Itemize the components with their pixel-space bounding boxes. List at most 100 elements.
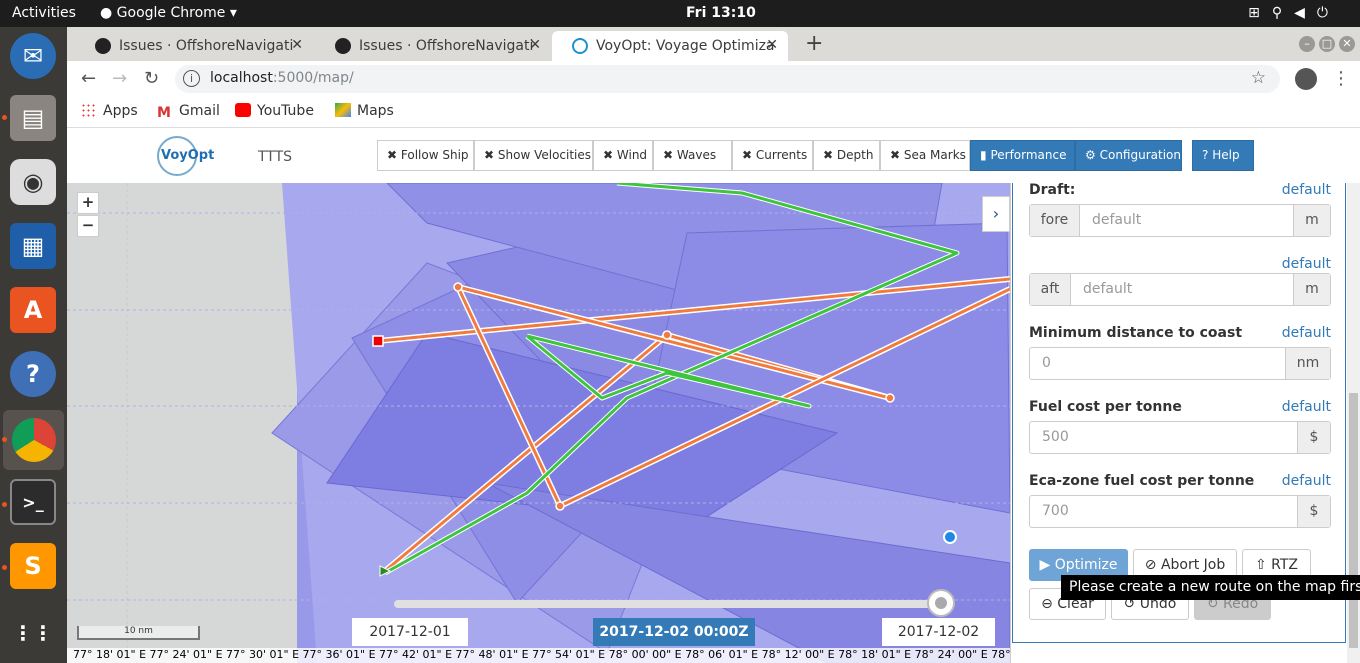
- rhythmbox-icon[interactable]: ◉: [10, 159, 56, 205]
- reload-icon[interactable]: ↻: [144, 68, 159, 89]
- min-distance-field[interactable]: 0 nm: [1029, 347, 1331, 380]
- omnibox[interactable]: i localhost:5000/map/ ☆: [175, 65, 1280, 93]
- min-distance-placeholder: 0: [1042, 355, 1051, 371]
- minimize-icon[interactable]: –: [1299, 36, 1315, 52]
- bookmark-star-icon[interactable]: ☆: [1251, 68, 1266, 88]
- help-icon[interactable]: ?: [10, 351, 56, 397]
- time-slider-handle[interactable]: [927, 589, 955, 617]
- draft-aft-default-link[interactable]: default: [1282, 256, 1331, 272]
- close-tab-icon[interactable]: ✕: [529, 37, 541, 53]
- upload-icon: ⇧: [1254, 557, 1272, 573]
- bookmark-apps[interactable]: Apps: [81, 103, 138, 119]
- tab-issues-1[interactable]: Issues · OffshoreNavigati ✕: [75, 31, 313, 61]
- draft-fore-field[interactable]: fore default m: [1029, 204, 1331, 237]
- voyopt-page: VoyOpt TTTS ✖ Follow Ship ✖ Show Velocit…: [67, 128, 1360, 663]
- show-velocities-button[interactable]: ✖ Show Velocities: [474, 140, 593, 171]
- clock[interactable]: Fri 13:10: [686, 5, 756, 21]
- info-icon[interactable]: i: [183, 70, 200, 87]
- avatar[interactable]: [1295, 68, 1317, 90]
- draft-aft-field[interactable]: aft default m: [1029, 273, 1331, 306]
- wind-button[interactable]: ✖ Wind: [593, 140, 653, 171]
- time-start-label: 2017-12-01: [352, 618, 468, 646]
- map-canvas[interactable]: + − › 2017-12-01 2017-12-02 00:00Z 2017-…: [67, 183, 1010, 663]
- chrome-dock-icon[interactable]: [3, 410, 64, 470]
- eca-cost-unit: $: [1297, 496, 1330, 527]
- tab-strip: Issues · OffshoreNavigati ✕ Issues · Offs…: [67, 27, 1360, 61]
- show-apps-icon[interactable]: ⋮⋮: [10, 610, 56, 656]
- performance-button[interactable]: ▮ Performance: [970, 140, 1075, 171]
- x-icon: ✖: [484, 148, 495, 162]
- currents-button[interactable]: ✖ Currents: [732, 140, 813, 171]
- close-tab-icon[interactable]: ✕: [291, 37, 303, 53]
- brand-name: VoyOpt: [161, 148, 215, 163]
- min-distance-default-link[interactable]: default: [1282, 325, 1331, 341]
- ship-position-marker[interactable]: [943, 530, 957, 544]
- button-label: Currents: [755, 148, 808, 162]
- route-start-marker[interactable]: [372, 335, 384, 347]
- help-button[interactable]: ? Help: [1192, 140, 1254, 171]
- button-label: RTZ: [1271, 557, 1299, 573]
- draft-fore-default-link[interactable]: default: [1282, 182, 1331, 198]
- close-tab-icon[interactable]: ✕: [766, 37, 778, 53]
- tab-title: Issues · OffshoreNavigati: [359, 38, 534, 54]
- aft-addon: aft: [1030, 274, 1071, 305]
- app-menu[interactable]: ● Google Chrome ▾: [100, 5, 237, 21]
- tab-voyopt[interactable]: VoyOpt: Voyage Optimiza ✕: [552, 31, 788, 61]
- tab-title: Issues · OffshoreNavigati: [119, 38, 294, 54]
- eca-cost-field[interactable]: 700 $: [1029, 495, 1331, 528]
- fuel-cost-field[interactable]: 500 $: [1029, 421, 1331, 454]
- waves-button[interactable]: ✖ Waves: [653, 140, 732, 171]
- menu-icon[interactable]: ⋮: [1332, 68, 1350, 89]
- fuel-cost-default-link[interactable]: default: [1282, 399, 1331, 415]
- bookmark-youtube[interactable]: YouTube: [235, 103, 314, 119]
- apps-grid-icon: [81, 103, 97, 117]
- time-slider-track[interactable]: [394, 600, 940, 608]
- power-icon: ⏻: [1316, 5, 1340, 21]
- files-icon[interactable]: ▤: [10, 95, 56, 141]
- app-navbar: VoyOpt TTTS ✖ Follow Ship ✖ Show Velocit…: [67, 128, 1360, 183]
- writer-icon[interactable]: ▦: [10, 223, 56, 269]
- x-icon: ✖: [387, 148, 398, 162]
- running-indicator: [2, 565, 7, 570]
- activities-button[interactable]: Activities: [12, 5, 76, 21]
- sublime-icon[interactable]: S: [10, 543, 56, 589]
- waypoint[interactable]: [662, 330, 672, 340]
- bookmark-maps[interactable]: Maps: [335, 103, 394, 119]
- waypoint[interactable]: [885, 393, 895, 403]
- button-label: Configuration: [1099, 148, 1181, 162]
- back-icon[interactable]: ←: [81, 68, 96, 89]
- bookmark-gmail[interactable]: M Gmail: [157, 103, 220, 121]
- zoom-in-button[interactable]: +: [77, 192, 99, 214]
- eca-cost-default-link[interactable]: default: [1282, 473, 1331, 489]
- waypoint[interactable]: [555, 501, 565, 511]
- bookmarks-bar: Apps M Gmail YouTube Maps: [67, 97, 1360, 128]
- depth-button[interactable]: ✖ Depth: [813, 140, 880, 171]
- fore-placeholder: default: [1092, 212, 1142, 228]
- optimize-tooltip: Please create a new route on the map fir…: [1061, 575, 1360, 600]
- youtube-icon: [235, 103, 251, 117]
- volume-icon: ◀: [1294, 5, 1317, 21]
- forward-icon[interactable]: →: [112, 68, 127, 89]
- collapse-panel-button[interactable]: ›: [982, 196, 1010, 232]
- coordinate-ticks: 77° 18' 01" E 77° 24' 01" E 77° 30' 01" …: [67, 648, 1010, 663]
- zoom-out-button[interactable]: −: [77, 215, 99, 237]
- maximize-icon[interactable]: □: [1319, 36, 1335, 52]
- close-window-icon[interactable]: ✕: [1339, 36, 1355, 52]
- terminal-icon[interactable]: >_: [10, 479, 56, 525]
- tab-issues-2[interactable]: Issues · OffshoreNavigati ✕: [315, 31, 551, 61]
- question-icon: ?: [1202, 148, 1209, 162]
- running-indicator: [2, 437, 7, 442]
- sea-marks-button[interactable]: ✖ Sea Marks: [880, 140, 970, 171]
- scrollbar-thumb[interactable]: [1349, 393, 1358, 648]
- button-label: Show Velocities: [497, 148, 592, 162]
- gmail-icon: M: [157, 105, 171, 121]
- thunderbird-icon[interactable]: ✉: [10, 33, 56, 79]
- aft-unit: m: [1293, 274, 1330, 305]
- new-tab-button[interactable]: +: [805, 31, 823, 56]
- software-center-icon[interactable]: A: [10, 287, 56, 333]
- system-tray[interactable]: ⊞⚲◀⏻: [1248, 5, 1340, 21]
- follow-ship-button[interactable]: ✖ Follow Ship: [377, 140, 474, 171]
- configuration-button[interactable]: ⚙ Configuration: [1075, 140, 1182, 171]
- waypoint[interactable]: [453, 282, 463, 292]
- button-label: Follow Ship: [400, 148, 469, 162]
